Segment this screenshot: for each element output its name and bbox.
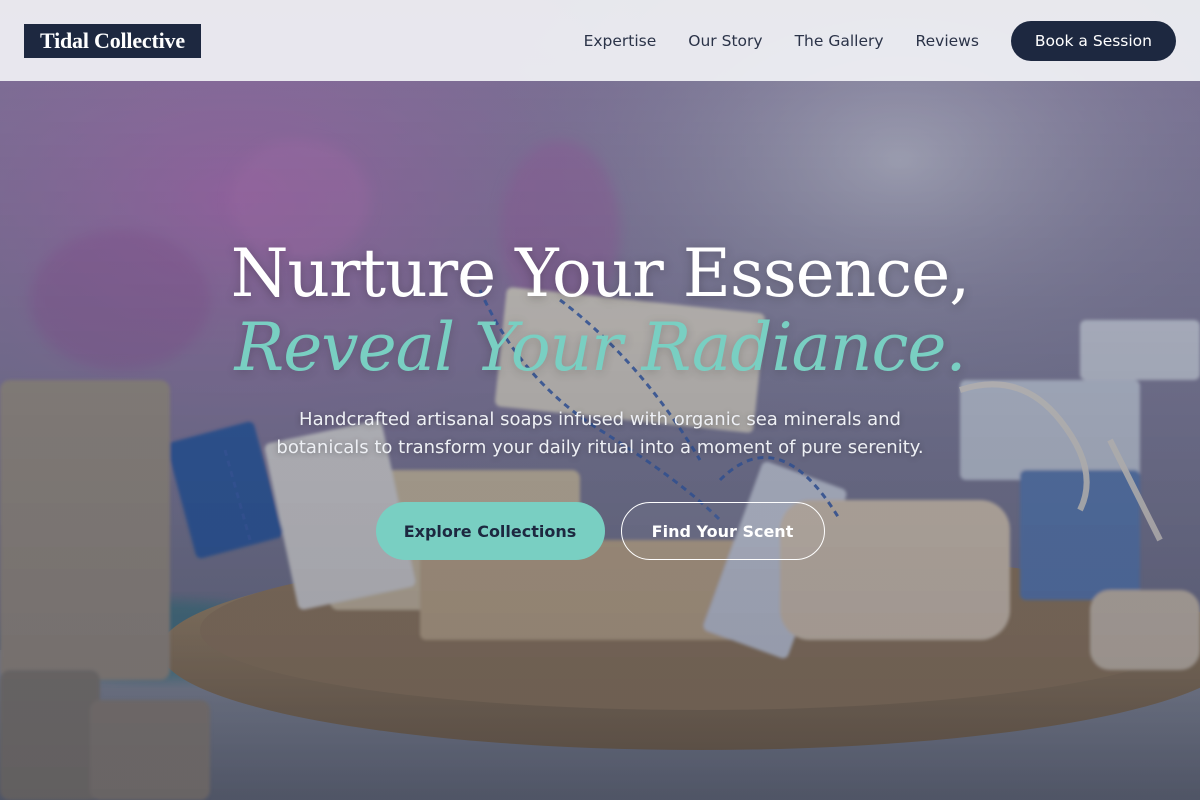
hero-subtext: Handcrafted artisanal soaps infused with… xyxy=(276,409,924,458)
hero-button-row: Explore Collections Find Your Scent xyxy=(0,502,1200,560)
hero-headline: Nurture Your Essence, Reveal Your Radian… xyxy=(0,236,1200,384)
nav-link-reviews[interactable]: Reviews xyxy=(916,32,979,50)
explore-collections-button[interactable]: Explore Collections xyxy=(375,502,605,560)
nav-link-our-story[interactable]: Our Story xyxy=(688,32,762,50)
hero-headline-line-1: Nurture Your Essence, xyxy=(230,235,971,312)
find-your-scent-button[interactable]: Find Your Scent xyxy=(620,502,825,560)
nav-link-the-gallery[interactable]: The Gallery xyxy=(795,32,884,50)
site-header: Tidal Collective Expertise Our Story The… xyxy=(0,0,1200,81)
hero-section: Nurture Your Essence, Reveal Your Radian… xyxy=(0,236,1200,560)
book-session-button[interactable]: Book a Session xyxy=(1010,20,1176,61)
hero-headline-line-2: Reveal Your Radiance. xyxy=(234,309,967,386)
nav-link-expertise[interactable]: Expertise xyxy=(584,32,657,50)
brand-logo[interactable]: Tidal Collective xyxy=(24,23,201,58)
main-nav: Expertise Our Story The Gallery Reviews … xyxy=(584,20,1176,61)
